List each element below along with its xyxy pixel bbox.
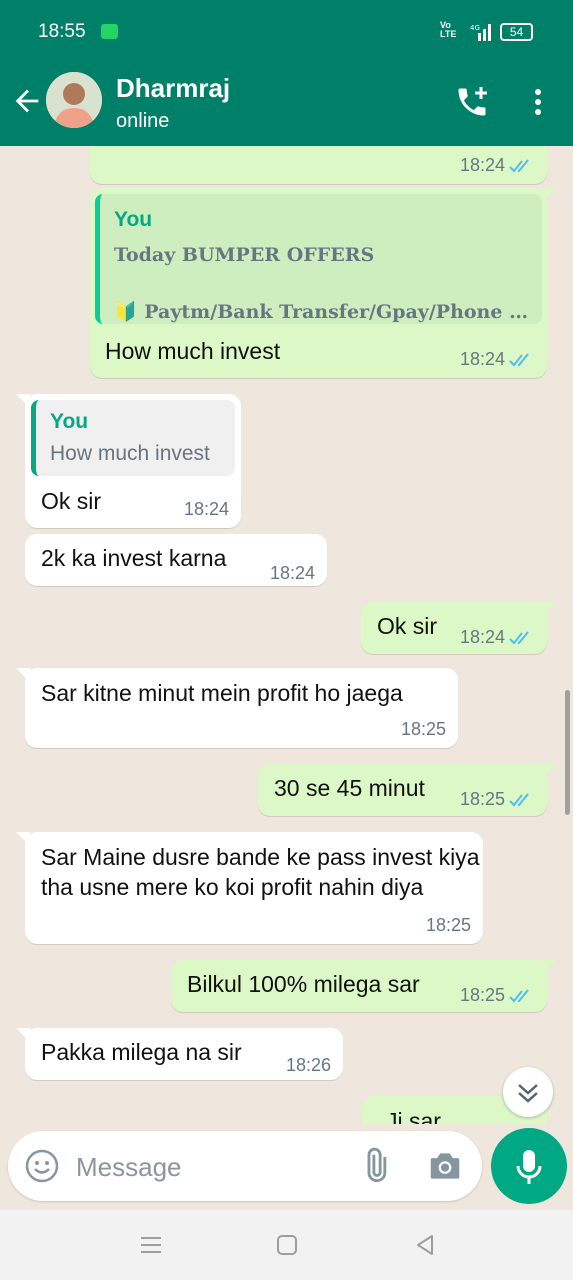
quoted-message[interactable]: You Today BUMPER OFFERS 🔰 Paytm/Bank Tra… bbox=[95, 194, 542, 324]
scrollbar[interactable] bbox=[565, 690, 570, 815]
message-text: Sar kitne minut mein profit ho jaega bbox=[41, 680, 403, 706]
message-text: How much invest bbox=[105, 338, 281, 364]
message-bubble-outgoing[interactable]: 30 se 45 minut 18:25 bbox=[258, 764, 556, 816]
message-text: Bilkul 100% milega sar bbox=[187, 971, 420, 997]
message-bubble-incoming[interactable]: 2k ka invest karna 18:24 bbox=[25, 534, 327, 586]
message-bubble-incoming[interactable]: Sar Maine dusre bande ke pass invest kiy… bbox=[16, 832, 483, 944]
message-bubble-outgoing[interactable]: 18:24 bbox=[90, 146, 547, 184]
message-list[interactable]: 18:24 You Today BUMPER OFFERS 🔰 Paytm/Ba… bbox=[0, 146, 573, 1124]
message-bubble-outgoing[interactable]: Bilkul 100% milega sar 18:25 bbox=[171, 960, 556, 1012]
message-bubble-incoming[interactable]: Sar kitne minut mein profit ho jaega 18:… bbox=[16, 668, 458, 748]
voice-message-button[interactable] bbox=[491, 1128, 567, 1204]
message-time: 18:24 bbox=[459, 155, 505, 175]
message-time: 18:25 bbox=[459, 789, 505, 809]
emoji-icon[interactable] bbox=[24, 1148, 60, 1184]
message-time: 18:26 bbox=[285, 1055, 331, 1075]
message-time: 18:24 bbox=[459, 349, 505, 369]
status-time: 18:55 bbox=[38, 21, 86, 42]
message-text: Ji sar bbox=[386, 1108, 441, 1124]
volte-label: Vo LTE bbox=[440, 20, 457, 39]
message-time: 18:24 bbox=[459, 627, 505, 647]
message-meta: 18:25 bbox=[460, 789, 535, 810]
status-bar: 18:55 Vo LTE 4G 54 bbox=[0, 0, 573, 62]
message-text: Ok sir bbox=[41, 488, 102, 514]
home-nav-icon[interactable] bbox=[272, 1230, 302, 1260]
contact-status: online bbox=[116, 110, 170, 132]
read-ticks-icon bbox=[509, 352, 529, 366]
message-text: Pakka milega na sir bbox=[41, 1039, 242, 1065]
message-composer bbox=[8, 1131, 482, 1201]
message-meta: 18:24 bbox=[460, 155, 535, 176]
message-time: 18:25 bbox=[400, 719, 446, 739]
signal-icon: 4G bbox=[470, 24, 491, 41]
back-arrow-icon[interactable] bbox=[10, 84, 44, 118]
message-text: 2k ka invest karna bbox=[41, 545, 227, 571]
read-ticks-icon bbox=[509, 630, 529, 644]
quoted-author: You bbox=[50, 410, 89, 433]
more-options-icon[interactable] bbox=[526, 86, 550, 118]
system-navigation-bar bbox=[0, 1210, 573, 1280]
message-text: Sar Maine dusre bande ke pass invest kiy… bbox=[41, 844, 480, 900]
contact-name[interactable]: Dharmraj bbox=[116, 73, 230, 104]
quoted-text-line: How much invest bbox=[50, 442, 210, 465]
double-chevron-down-icon bbox=[518, 1084, 538, 1103]
battery-indicator: 54 bbox=[500, 23, 533, 41]
read-ticks-icon bbox=[509, 158, 529, 172]
message-bubble-incoming[interactable]: You How much invest Ok sir 18:24 bbox=[16, 394, 241, 528]
message-text: 30 se 45 minut bbox=[274, 775, 425, 801]
add-call-icon[interactable] bbox=[454, 84, 490, 120]
read-ticks-icon bbox=[509, 988, 529, 1002]
message-meta: 18:26 bbox=[286, 1055, 331, 1076]
message-time: 18:24 bbox=[183, 499, 229, 519]
message-meta: 18:24 bbox=[270, 563, 315, 584]
read-ticks-icon bbox=[509, 792, 529, 806]
network-type: Vo LTE bbox=[440, 20, 457, 39]
message-time: 18:25 bbox=[459, 985, 505, 1005]
scroll-to-bottom-button[interactable] bbox=[503, 1067, 553, 1117]
menu-nav-icon[interactable] bbox=[136, 1230, 166, 1260]
message-bubble-incoming[interactable]: Pakka milega na sir 18:26 bbox=[16, 1028, 343, 1080]
message-input[interactable] bbox=[76, 1149, 346, 1185]
message-time: 18:24 bbox=[269, 563, 315, 583]
attachment-icon[interactable] bbox=[356, 1147, 394, 1185]
camera-icon[interactable] bbox=[426, 1147, 464, 1185]
message-meta: 18:25 bbox=[426, 915, 471, 936]
message-meta: 18:25 bbox=[460, 985, 535, 1006]
contact-avatar[interactable] bbox=[46, 72, 102, 128]
chat-header: Dharmraj online bbox=[0, 62, 573, 146]
quoted-text-line: Today BUMPER OFFERS bbox=[114, 244, 375, 266]
message-meta: 18:25 bbox=[401, 719, 446, 740]
message-meta: 18:24 bbox=[460, 349, 535, 370]
message-meta: 18:24 bbox=[460, 627, 535, 648]
message-notification-icon bbox=[101, 24, 118, 39]
quoted-author: You bbox=[114, 208, 153, 231]
message-time: 18:25 bbox=[425, 915, 471, 935]
message-meta: 18:24 bbox=[184, 499, 229, 520]
message-bubble-outgoing[interactable]: You Today BUMPER OFFERS 🔰 Paytm/Bank Tra… bbox=[90, 188, 556, 378]
signal-type-label: 4G bbox=[470, 24, 480, 32]
back-nav-icon[interactable] bbox=[410, 1230, 440, 1260]
message-text: Ok sir bbox=[377, 613, 438, 639]
quoted-message[interactable]: You How much invest bbox=[31, 400, 235, 476]
microphone-icon bbox=[516, 1150, 542, 1184]
quoted-text-line: 🔰 Paytm/Bank Transfer/Gpay/Phone P... bbox=[114, 301, 534, 323]
message-bubble-outgoing[interactable]: Ok sir 18:24 bbox=[361, 602, 556, 654]
